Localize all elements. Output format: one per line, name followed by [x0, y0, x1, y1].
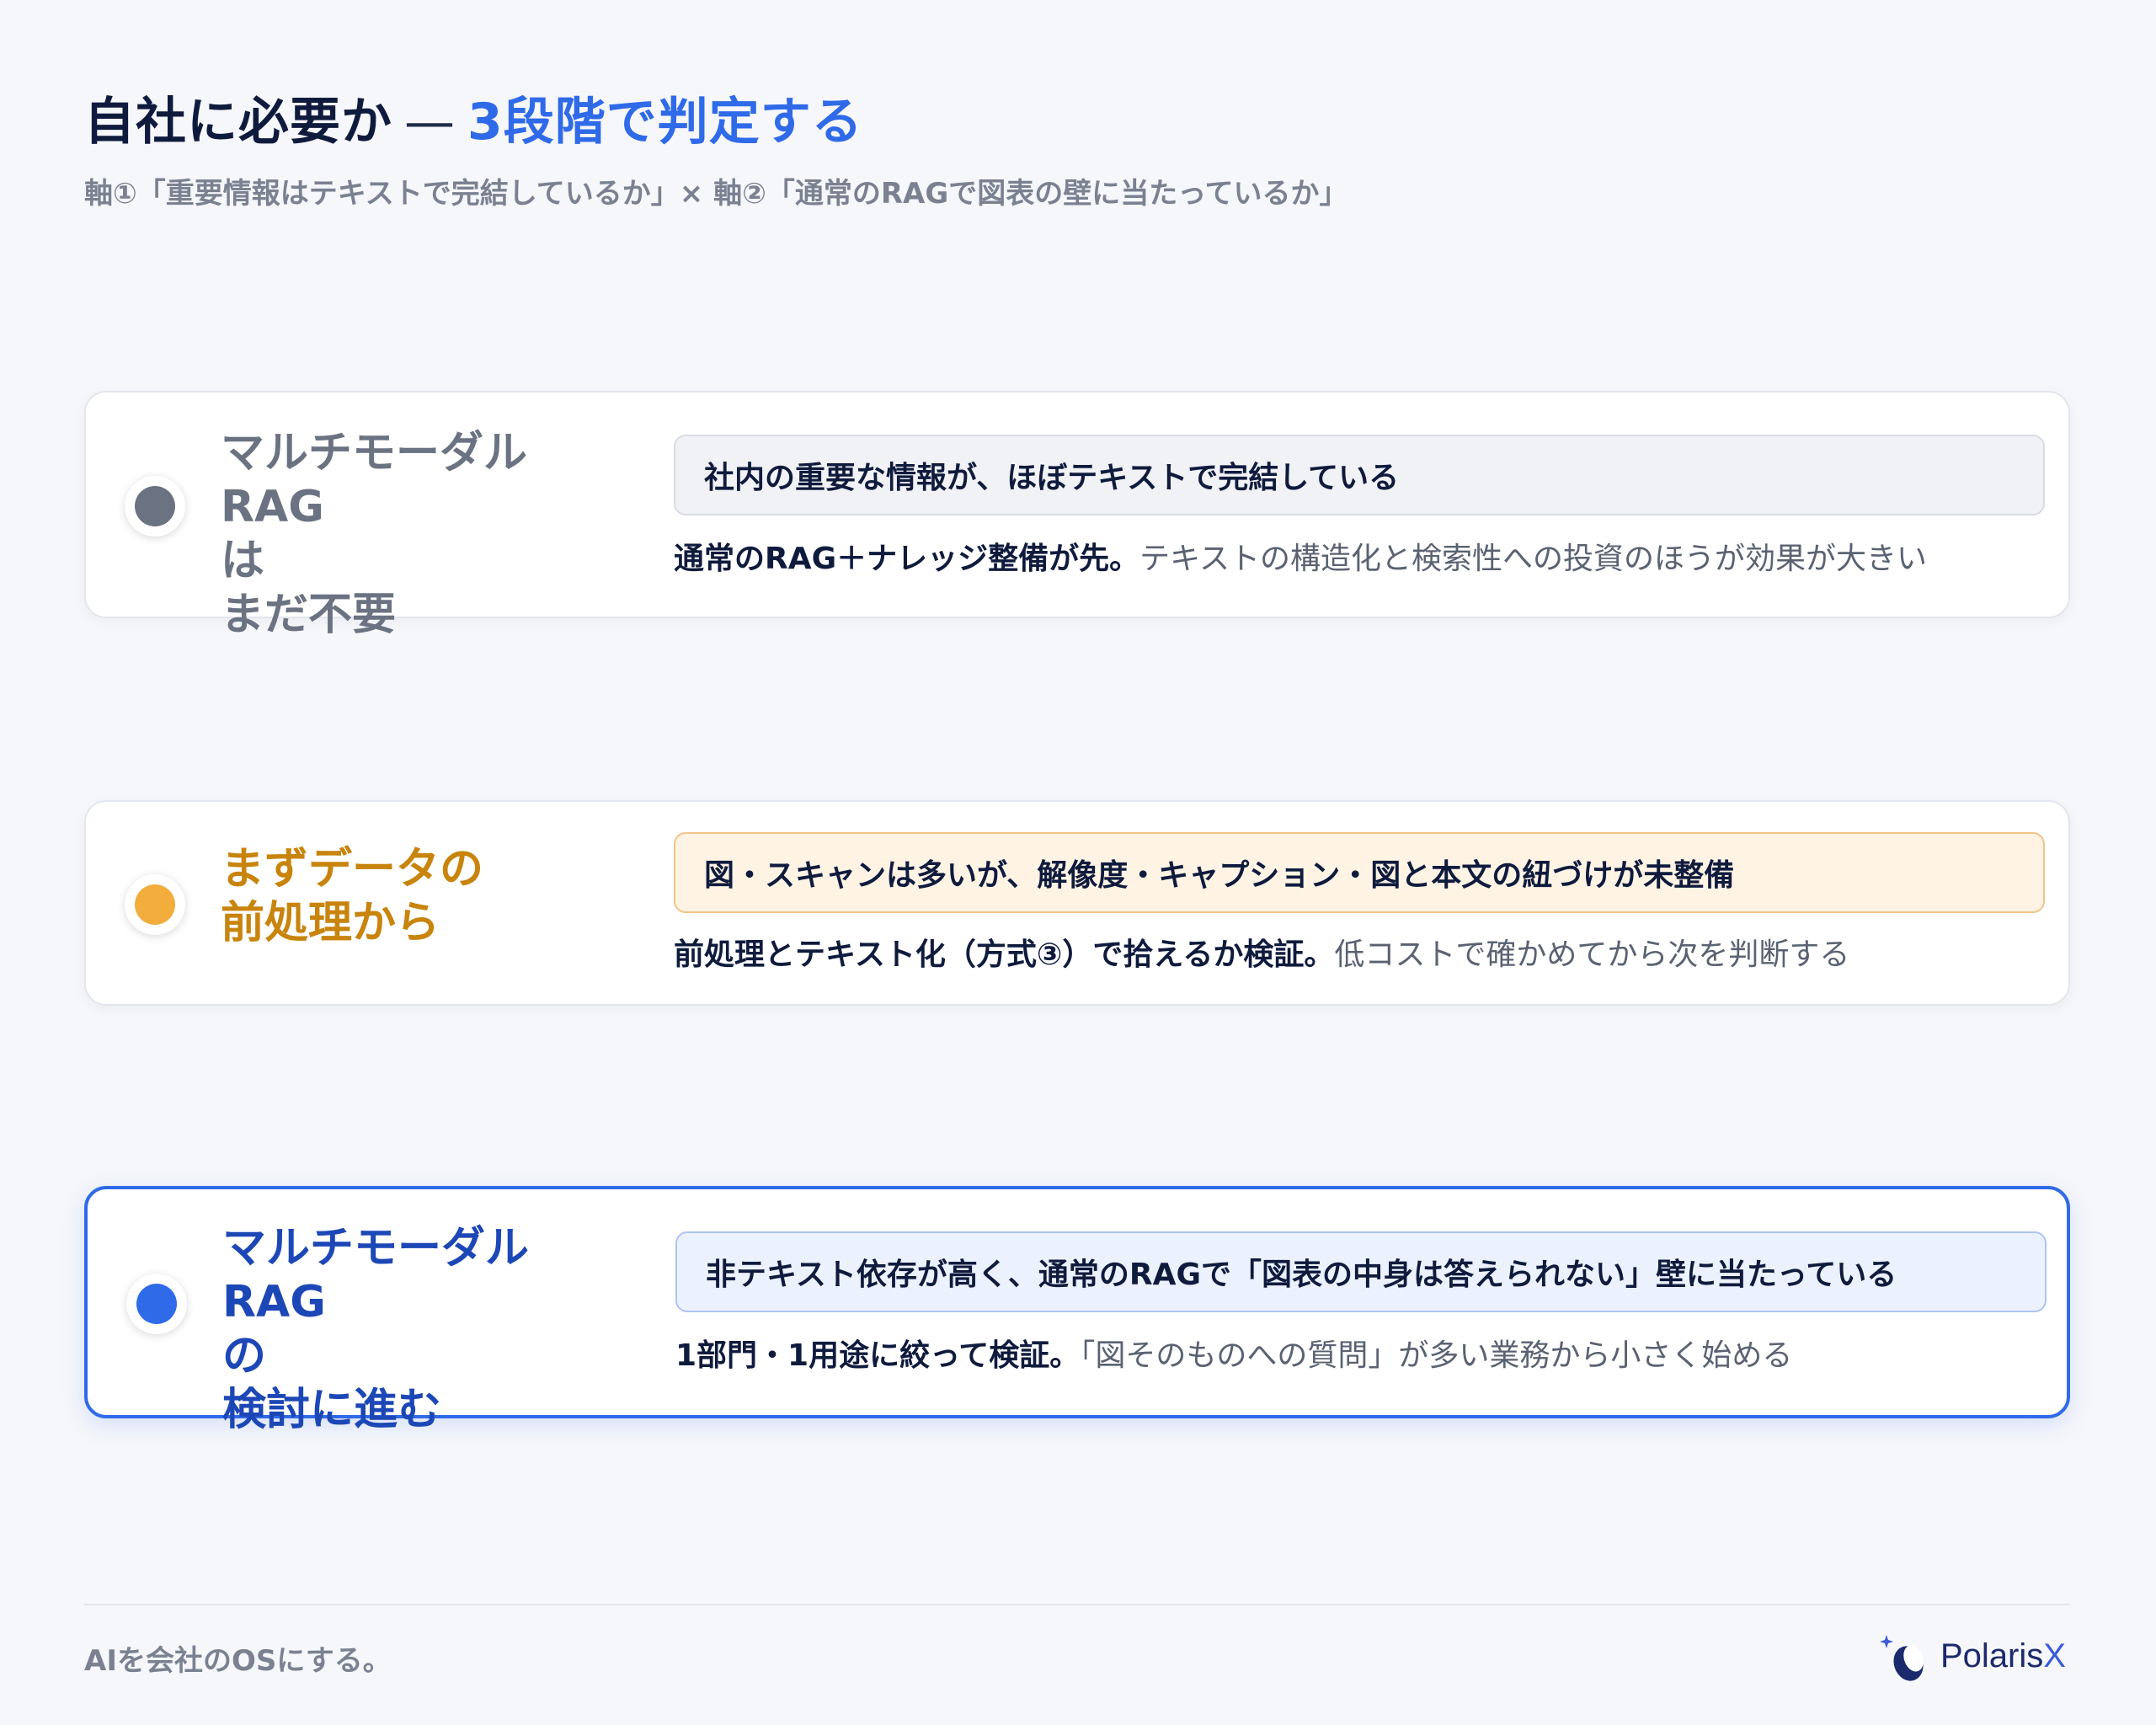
footer-tagline: AIを会社のOSにする。 — [84, 1644, 392, 1678]
brand-logo: PolarisX — [1876, 1622, 2066, 1690]
title-main: 自社に必要か — [84, 93, 392, 152]
condition-box: 社内の重要な情報が、ほぼテキストで完結している — [674, 435, 2045, 515]
action-rest: 「図そのものへの質問」が多い業務から小さく始める — [1080, 1338, 1793, 1373]
action-strong: 通常のRAG＋ナレッジ整備が先。 — [674, 542, 1140, 576]
title-accent: 3段階で判定する — [467, 93, 863, 152]
action-text: 前処理とテキスト化（方式③）で拾えるか検証。低コストで確かめてから次を判断する — [674, 930, 1849, 974]
logo-wordmark: PolarisX — [1940, 1637, 2066, 1675]
action-strong: 前処理とテキスト化（方式③）で拾えるか検証。 — [674, 937, 1335, 972]
status-dot-blue — [126, 1274, 187, 1334]
logo-main: Polaris — [1940, 1637, 2044, 1674]
status-dot-gray — [125, 476, 185, 537]
logo-x: X — [2043, 1637, 2066, 1674]
status-dot-orange — [125, 874, 185, 935]
title-dash: — — [404, 93, 456, 152]
polarisx-logo-icon — [1880, 1635, 1924, 1681]
page: 自社に必要か —3段階で判定する 軸①「重要情報はテキストで完結しているか」× 軸… — [0, 0, 2156, 1725]
page-title: 自社に必要か —3段階で判定する — [84, 81, 863, 154]
verdict-label: マルチモーダルRAG の 検討に進む — [222, 1223, 530, 1435]
action-text: 1部門・1用途に絞って検証。「図そのものへの質問」が多い業務から小さく始める — [675, 1331, 1792, 1375]
verdict-label: マルチモーダルRAG は まだ不要 — [221, 428, 528, 640]
action-text: 通常のRAG＋ナレッジ整備が先。テキストの構造化と検索性への投資のほうが効果が大… — [674, 534, 1927, 578]
decision-card-preprocess: まずデータの 前処理から 図・スキャンは多いが、解像度・キャプション・図と本文の… — [84, 800, 2070, 1006]
action-strong: 1部門・1用途に絞って検証。 — [675, 1338, 1081, 1373]
condition-box: 図・スキャンは多いが、解像度・キャプション・図と本文の紐づけが未整備 — [674, 832, 2045, 913]
action-rest: テキストの構造化と検索性への投資のほうが効果が大きい — [1139, 542, 1928, 576]
action-rest: 低コストで確かめてから次を判断する — [1334, 937, 1850, 972]
decision-card-proceed: マルチモーダルRAG の 検討に進む 非テキスト依存が高く、通常のRAGで「図表… — [84, 1186, 2070, 1435]
condition-box: 非テキスト依存が高く、通常のRAGで「図表の中身は答えられない」壁に当たっている — [675, 1231, 2047, 1312]
verdict-label: まずデータの 前処理から — [221, 844, 484, 948]
decision-card-not-needed: マルチモーダルRAG は まだ不要 社内の重要な情報が、ほぼテキストで完結してい… — [84, 391, 2070, 640]
page-subtitle: 軸①「重要情報はテキストで完結しているか」× 軸②「通常のRAGで図表の壁に当た… — [84, 177, 1348, 211]
footer-divider — [84, 1604, 2070, 1605]
